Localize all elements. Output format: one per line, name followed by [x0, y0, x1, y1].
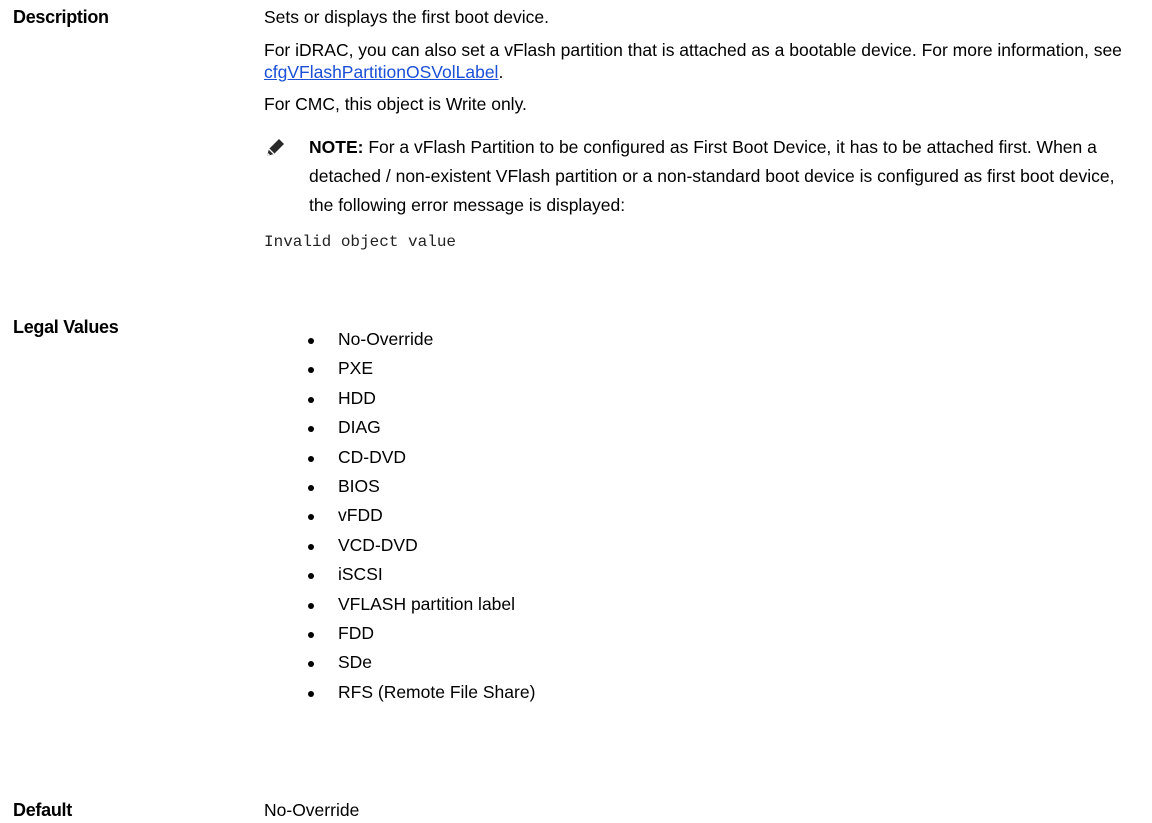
list-item: VCD-DVD — [300, 531, 535, 560]
description-body: Sets or displays the first boot device. … — [264, 5, 1124, 255]
pencil-note-icon — [267, 139, 284, 156]
list-item: DIAG — [300, 413, 535, 442]
description-line-2-text: For iDRAC, you can also set a vFlash par… — [264, 40, 1122, 60]
document-page: Description Sets or displays the first b… — [0, 0, 1152, 822]
list-item: HDD — [300, 384, 535, 413]
list-item: FDD — [300, 619, 535, 648]
default-label: Default — [13, 800, 72, 820]
error-message-code: Invalid object value — [264, 233, 457, 251]
legal-values-list: No-Override PXE HDD DIAG CD-DVD BIOS vFD… — [300, 325, 535, 707]
list-item: iSCSI — [300, 560, 535, 589]
description-line-2-end: . — [498, 62, 504, 82]
list-item: SDe — [300, 648, 535, 677]
description-line-3: For CMC, this object is Write only. — [264, 94, 527, 114]
list-item: CD-DVD — [300, 443, 535, 472]
note-prefix: NOTE: — [309, 137, 364, 157]
list-item: PXE — [300, 354, 535, 383]
cfg-vflash-link[interactable]: cfgVFlashPartitionOSVolLabel — [264, 62, 498, 82]
description-line-2: For iDRAC, you can also set a vFlash par… — [264, 39, 1124, 83]
list-item: BIOS — [300, 472, 535, 501]
default-value: No-Override — [264, 800, 360, 820]
list-item: No-Override — [300, 325, 535, 354]
list-item: vFDD — [300, 501, 535, 530]
description-line-1: Sets or displays the first boot device. — [264, 7, 549, 27]
list-item: VFLASH partition label — [300, 590, 535, 619]
legal-values-label: Legal Values — [13, 317, 119, 337]
description-label: Description — [13, 7, 109, 27]
note-text: For a vFlash Partition to be configured … — [309, 137, 1115, 215]
note-block: NOTE: For a vFlash Partition to be confi… — [264, 133, 1124, 220]
list-item: RFS (Remote File Share) — [300, 678, 535, 707]
